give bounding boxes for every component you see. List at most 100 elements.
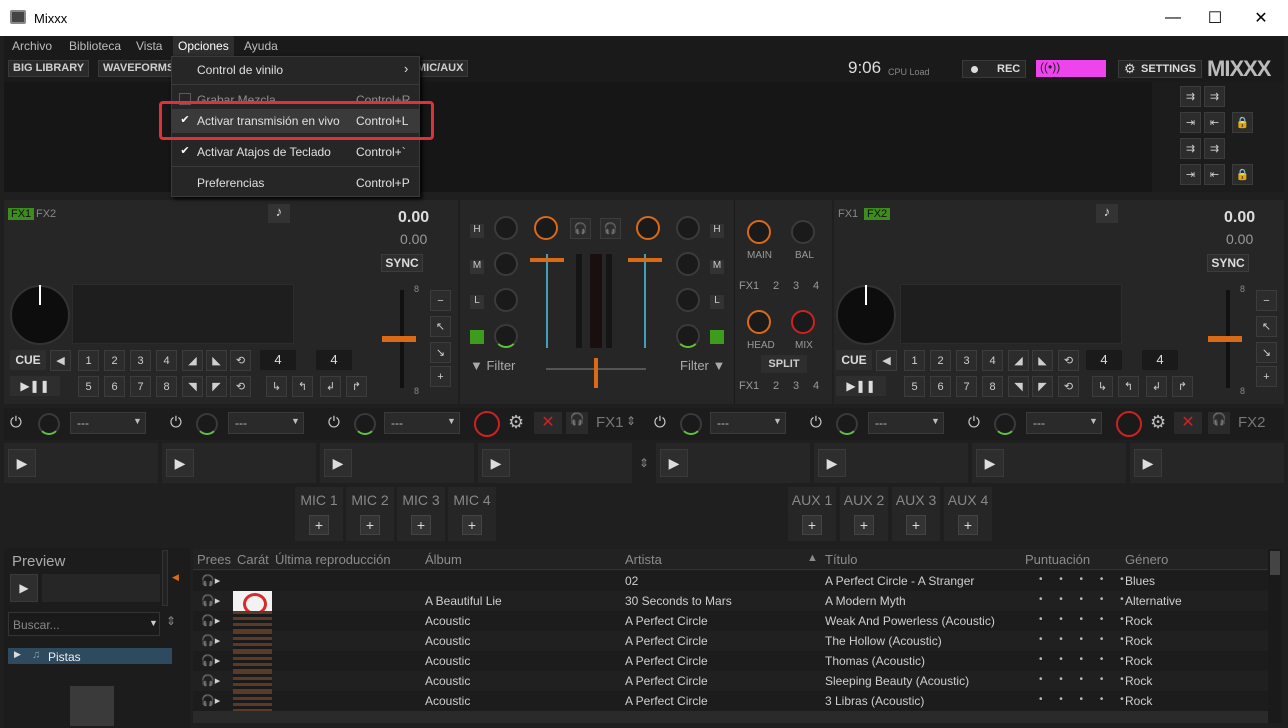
deck1-overview[interactable] <box>72 284 294 344</box>
balance-knob[interactable] <box>791 220 815 244</box>
nudge-up-icon[interactable]: ↖ <box>1256 316 1277 337</box>
quick-effect-toggle[interactable] <box>710 330 724 344</box>
beat-grid-icon[interactable]: ⇉ <box>1204 86 1225 107</box>
settings-button[interactable]: ⚙ SETTINGS <box>1118 60 1202 78</box>
fx-mix-knob[interactable] <box>1116 411 1142 437</box>
deck1-hotcue-1[interactable]: 1 <box>78 350 99 371</box>
col-last-played[interactable]: Última reproducción <box>275 552 391 567</box>
play-icon[interactable]: ▶ <box>324 449 352 477</box>
gain-knob[interactable] <box>636 216 660 240</box>
head-fx4[interactable]: 4 <box>813 380 819 392</box>
deck2-hotcue-8[interactable]: 8 <box>982 376 1003 397</box>
play-icon[interactable]: ▶ <box>1134 449 1162 477</box>
fx-meta-knob[interactable] <box>196 413 218 435</box>
gear-icon[interactable]: ⚙ <box>1150 412 1166 433</box>
back-icon[interactable]: ◀ <box>876 350 897 371</box>
search-input[interactable]: Buscar... ▼ <box>8 612 160 636</box>
headphone-icon[interactable]: 🎧 <box>600 218 621 239</box>
head-mix-knob[interactable] <box>791 310 815 334</box>
col-genre[interactable]: Género <box>1125 552 1168 567</box>
deck1-fx1-toggle[interactable]: FX1 <box>8 208 35 220</box>
power-icon[interactable]: ⏻ <box>654 414 666 431</box>
plus-icon[interactable]: + <box>906 515 926 535</box>
fx-select[interactable]: --- ▼ <box>1026 412 1102 434</box>
eq-low-kill[interactable]: L <box>710 295 724 309</box>
menu-item-vinyl-control[interactable]: Control de vinilo › <box>172 58 419 82</box>
play-icon[interactable]: ▶ <box>8 449 36 477</box>
deck2-pitch-handle[interactable] <box>1208 336 1242 342</box>
eq-mid-kill[interactable]: M <box>710 260 724 274</box>
play-icon[interactable]: ▶ <box>818 449 846 477</box>
chevron-icon[interactable]: ⇕ <box>626 414 636 428</box>
table-row[interactable]: 🎧▸ Acoustic A Perfect Circle 3 Libras (A… <box>193 691 1268 711</box>
table-row[interactable]: 🎧▸ 02 A Perfect Circle - A Stranger • • … <box>193 571 1268 591</box>
deck2-beatjump-size[interactable]: 4 <box>1142 350 1178 370</box>
beatjump-icon[interactable]: ↰ <box>292 376 313 397</box>
deck1-volume-fader[interactable] <box>546 254 548 348</box>
main-gain-knob[interactable] <box>747 220 771 244</box>
minus-icon[interactable]: − <box>1256 290 1277 311</box>
crossfader-assign-icon[interactable]: ✕ <box>1174 412 1202 434</box>
deck2-fx1-toggle[interactable]: FX1 <box>838 208 858 220</box>
fx-select[interactable]: --- ▼ <box>710 412 786 434</box>
deck1-loop-size[interactable]: 4 <box>260 350 296 370</box>
deck2-hotcue-7[interactable]: 7 <box>956 376 977 397</box>
table-row[interactable]: 🎧▸ Acoustic A Perfect Circle Weak And Po… <box>193 611 1268 631</box>
nudge-up-icon[interactable]: ↖ <box>430 316 451 337</box>
menu-ayuda[interactable]: Ayuda <box>244 39 278 53</box>
broadcast-button[interactable]: ((•)) <box>1036 60 1106 77</box>
loop-out-icon[interactable]: ◤ <box>206 376 227 397</box>
waveforms-button[interactable]: WAVEFORMS <box>98 60 180 77</box>
filter-knob[interactable] <box>676 324 700 348</box>
eq-high-knob[interactable] <box>676 216 700 240</box>
beatjump-icon[interactable]: ↱ <box>1172 376 1193 397</box>
play-icon[interactable]: ▶ <box>166 449 194 477</box>
minimize-button[interactable]: — <box>1150 0 1196 36</box>
col-artist[interactable]: Artista <box>625 552 662 567</box>
fx-mix-knob[interactable] <box>474 411 500 437</box>
beatjump-icon[interactable]: ↲ <box>320 376 341 397</box>
plus-icon[interactable]: + <box>802 515 822 535</box>
deck1-cue-button[interactable]: CUE <box>10 350 46 370</box>
close-button[interactable]: ✕ <box>1238 0 1284 36</box>
beat-grid-icon[interactable]: ⇉ <box>1204 138 1225 159</box>
loop-icon[interactable]: ⟲ <box>1058 350 1079 371</box>
fx-select[interactable]: --- ▼ <box>228 412 304 434</box>
menu-archivo[interactable]: Archivo <box>12 39 52 53</box>
power-icon[interactable]: ⏻ <box>10 414 22 431</box>
volume-handle[interactable] <box>530 258 564 262</box>
col-album[interactable]: Álbum <box>425 552 462 567</box>
nudge-down-icon[interactable]: ↘ <box>430 342 451 363</box>
big-library-button[interactable]: BIG LIBRARY <box>8 60 90 77</box>
maximize-button[interactable]: ☐ <box>1192 0 1238 36</box>
play-icon[interactable]: ▶ <box>482 449 510 477</box>
eq-high-kill[interactable]: H <box>710 224 724 238</box>
align-icon[interactable]: ⇤ <box>1204 164 1225 185</box>
plus-icon[interactable]: + <box>430 366 451 387</box>
deck1-play-button[interactable]: ▶❚❚ <box>10 376 60 396</box>
deck2-play-button[interactable]: ▶❚❚ <box>836 376 886 396</box>
head-fx2[interactable]: 2 <box>773 380 779 392</box>
align-icon[interactable]: ⇥ <box>1180 112 1201 133</box>
back-icon[interactable]: ◀ <box>50 350 71 371</box>
menu-opciones[interactable]: Opciones <box>173 36 234 56</box>
vertical-scrollbar[interactable] <box>1268 549 1282 723</box>
deck2-volume-fader[interactable] <box>644 254 646 348</box>
master-fx4[interactable]: 4 <box>813 280 819 292</box>
sampler-expand-icon[interactable]: ⇕ <box>636 448 652 478</box>
split-button[interactable]: SPLIT <box>761 355 807 373</box>
deck2-vinyl-spinner[interactable] <box>836 285 896 345</box>
power-icon[interactable]: ⏻ <box>328 414 340 431</box>
power-icon[interactable]: ⏻ <box>170 414 182 431</box>
beatjump-icon[interactable]: ↲ <box>1146 376 1167 397</box>
deck2-fx2-toggle[interactable]: FX2 <box>864 208 891 220</box>
key-icon[interactable]: ♪ <box>268 204 290 223</box>
gain-knob[interactable] <box>534 216 558 240</box>
deck1-vinyl-spinner[interactable] <box>10 285 70 345</box>
eq-mid-kill[interactable]: M <box>470 260 484 274</box>
headphone-icon[interactable]: 🎧 <box>566 412 588 434</box>
table-row[interactable]: 🎧▸ Acoustic A Perfect Circle Thomas (Aco… <box>193 651 1268 671</box>
power-icon[interactable]: ⏻ <box>810 414 822 431</box>
eq-high-kill[interactable]: H <box>470 224 484 238</box>
col-preview[interactable]: Prees <box>197 552 231 567</box>
